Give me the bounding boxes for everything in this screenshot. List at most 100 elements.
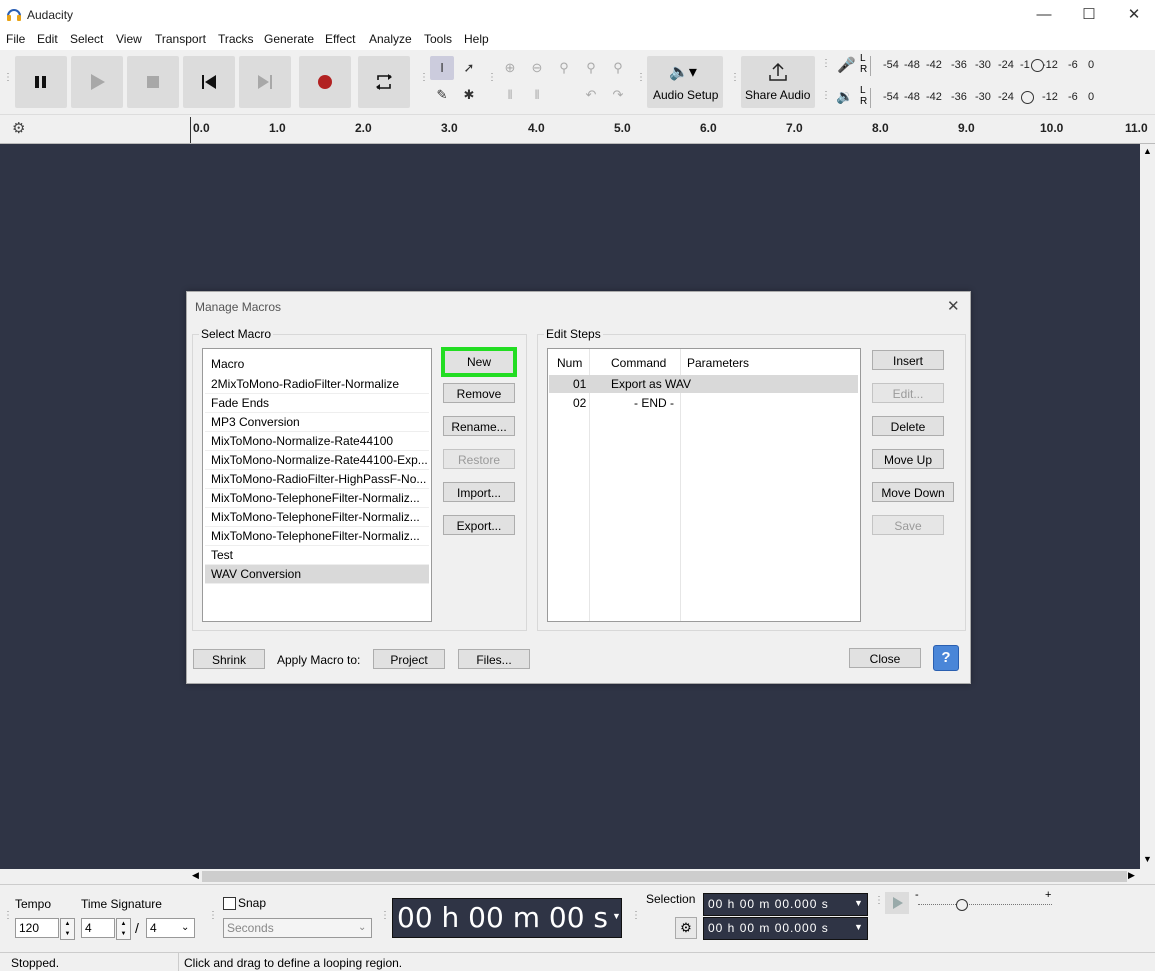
play-meter-grip[interactable]: ⋮: [821, 90, 831, 106]
silence-icon[interactable]: ‖: [525, 83, 549, 107]
horizontal-scrollbar[interactable]: ◀ ▶: [190, 869, 1140, 884]
list-item[interactable]: MixToMono-Normalize-Rate44100-Exp...: [205, 451, 429, 470]
trim-icon[interactable]: ‖: [498, 83, 522, 107]
scroll-up-icon[interactable]: ▲: [1143, 146, 1152, 156]
skip-to-end-button[interactable]: [239, 56, 291, 108]
audio-setup-button[interactable]: 🔈▾ Audio Setup: [647, 56, 723, 108]
time-sig-numerator[interactable]: 4: [81, 918, 115, 938]
record-meter[interactable]: -54 -48 -42 -36 -30 -24 -1 -12 -6 0: [870, 56, 1101, 76]
stop-button[interactable]: [127, 56, 179, 108]
close-dialog-button[interactable]: Close: [849, 648, 921, 668]
multi-tool-icon[interactable]: ✱: [457, 83, 481, 107]
timeline-settings-icon[interactable]: ⚙: [12, 119, 25, 137]
rename-macro-button[interactable]: Rename...: [443, 416, 515, 436]
menu-transport[interactable]: Transport: [155, 32, 206, 46]
menu-edit[interactable]: Edit: [37, 32, 58, 46]
rec-meter-grip[interactable]: ⋮: [821, 58, 831, 74]
move-down-button[interactable]: Move Down: [872, 482, 954, 502]
scroll-right-icon[interactable]: ▶: [1128, 870, 1135, 881]
timeline-ruler[interactable]: ⚙ 0.0 1.0 2.0 3.0 4.0 5.0 6.0 7.0 8.0 9.…: [0, 115, 1155, 144]
toolbar-grip[interactable]: ⋮: [3, 72, 13, 88]
time-sig-spinner-icon[interactable]: ▲ ▼: [116, 918, 131, 940]
apply-files-button[interactable]: Files...: [458, 649, 530, 669]
list-item[interactable]: MixToMono-RadioFilter-HighPassF-No...: [205, 470, 429, 489]
play-level-slider[interactable]: [1021, 91, 1034, 104]
skip-to-start-button[interactable]: [183, 56, 235, 108]
delete-step-button[interactable]: Delete: [872, 416, 944, 436]
menu-analyze[interactable]: Analyze: [369, 32, 412, 46]
remove-macro-button[interactable]: Remove: [443, 383, 515, 403]
time-display[interactable]: 00 h 00 m 00 s ▼: [392, 898, 622, 938]
list-item[interactable]: MP3 Conversion: [205, 413, 429, 432]
play-button[interactable]: [71, 56, 123, 108]
list-item[interactable]: MixToMono-TelephoneFilter-Normaliz...: [205, 489, 429, 508]
play-at-speed-grip[interactable]: ⋮: [874, 895, 884, 911]
list-item[interactable]: MixToMono-Normalize-Rate44100: [205, 432, 429, 451]
menu-file[interactable]: File: [6, 32, 25, 46]
selection-end-display[interactable]: 00 h 00 m 00.000 s ▼: [703, 917, 868, 940]
speed-slider-thumb[interactable]: [956, 899, 968, 911]
help-icon[interactable]: ?: [933, 645, 959, 671]
record-button[interactable]: [299, 56, 351, 108]
fit-project-icon[interactable]: ⚲: [579, 56, 603, 80]
move-up-button[interactable]: Move Up: [872, 449, 944, 469]
list-item[interactable]: MixToMono-TelephoneFilter-Normaliz...: [205, 508, 429, 527]
tempo-grip[interactable]: ⋮: [3, 910, 13, 926]
speed-slider-track[interactable]: [918, 904, 1052, 906]
macro-list-header[interactable]: Macro: [205, 353, 244, 375]
menu-select[interactable]: Select: [70, 32, 103, 46]
speaker-meter-icon[interactable]: 🔉: [836, 88, 853, 105]
loop-button[interactable]: [358, 56, 410, 108]
macro-list[interactable]: Macro 2MixToMono-RadioFilter-Normalize F…: [202, 348, 432, 622]
tools-grip[interactable]: ⋮: [419, 72, 429, 88]
steps-table[interactable]: Num Command Parameters 01 Export as WAV …: [547, 348, 861, 622]
dialog-close-icon[interactable]: ✕: [947, 297, 960, 315]
column-header-command[interactable]: Command: [611, 356, 666, 370]
menu-effect[interactable]: Effect: [325, 32, 355, 46]
envelope-tool-icon[interactable]: ➚: [457, 56, 481, 80]
menu-generate[interactable]: Generate: [264, 32, 314, 46]
menu-tools[interactable]: Tools: [424, 32, 452, 46]
zoom-in-icon[interactable]: ⊕: [498, 56, 522, 80]
list-item-selected[interactable]: WAV Conversion: [205, 565, 429, 584]
menu-tracks[interactable]: Tracks: [218, 32, 254, 46]
import-macro-button[interactable]: Import...: [443, 482, 515, 502]
pause-button[interactable]: [15, 56, 67, 108]
menu-view[interactable]: View: [116, 32, 142, 46]
audio-setup-grip[interactable]: ⋮: [636, 72, 646, 88]
scroll-down-icon[interactable]: ▼: [1143, 854, 1152, 864]
save-button[interactable]: Save: [872, 515, 944, 535]
table-row[interactable]: 02 - END -: [549, 394, 858, 412]
share-audio-button[interactable]: Share Audio: [741, 56, 815, 108]
horizontal-scroll-thumb[interactable]: [202, 871, 1127, 882]
restore-macro-button[interactable]: Restore: [443, 449, 515, 469]
minimize-button[interactable]: —: [1021, 0, 1067, 30]
play-at-speed-button[interactable]: [885, 892, 909, 914]
selection-start-display[interactable]: 00 h 00 m 00.000 s ▼: [703, 893, 868, 916]
snap-grip[interactable]: ⋮: [208, 910, 218, 926]
edit-grip[interactable]: ⋮: [487, 72, 497, 88]
shrink-button[interactable]: Shrink: [193, 649, 265, 669]
selection-tool-icon[interactable]: I: [430, 56, 454, 80]
apply-project-button[interactable]: Project: [373, 649, 445, 669]
menu-help[interactable]: Help: [464, 32, 489, 46]
column-header-parameters[interactable]: Parameters: [687, 356, 749, 370]
zoom-out-icon[interactable]: ⊖: [525, 56, 549, 80]
undo-icon[interactable]: ↶: [579, 83, 603, 107]
list-item[interactable]: 2MixToMono-RadioFilter-Normalize: [205, 375, 429, 394]
column-header-num[interactable]: Num: [557, 356, 582, 370]
microphone-icon[interactable]: 🎤: [837, 56, 856, 74]
edit-step-button[interactable]: Edit...: [872, 383, 944, 403]
draw-tool-icon[interactable]: ✎: [430, 83, 454, 107]
redo-icon[interactable]: ↷: [606, 83, 630, 107]
rec-level-slider[interactable]: [1031, 59, 1044, 72]
close-window-button[interactable]: ✕: [1111, 0, 1155, 30]
selection-settings-icon[interactable]: ⚙: [675, 917, 697, 939]
time-sig-denominator[interactable]: 4 ⌄: [146, 918, 195, 938]
list-item[interactable]: Test: [205, 546, 429, 565]
maximize-button[interactable]: ☐: [1066, 0, 1112, 30]
new-macro-button[interactable]: New: [441, 347, 517, 377]
share-grip[interactable]: ⋮: [730, 72, 740, 88]
snap-unit-select[interactable]: Seconds ⌄: [223, 918, 372, 938]
selection-grip[interactable]: ⋮: [631, 910, 641, 926]
